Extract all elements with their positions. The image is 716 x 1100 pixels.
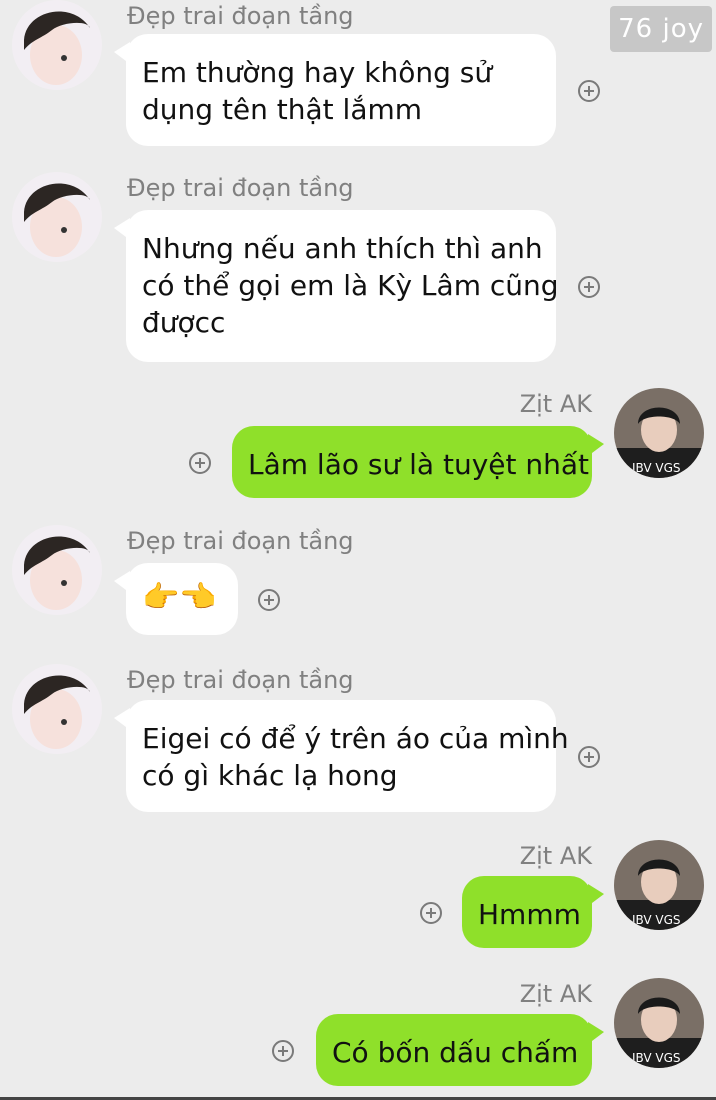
sender-name: Zịt AK bbox=[519, 842, 592, 870]
sender-name: Zịt AK bbox=[519, 390, 592, 418]
svg-text:IBV VGS: IBV VGS bbox=[632, 913, 681, 927]
avatar-left[interactable] bbox=[12, 0, 102, 90]
add-reaction-button[interactable] bbox=[420, 902, 442, 924]
message-line: đượcc bbox=[142, 306, 226, 339]
add-reaction-button[interactable] bbox=[258, 589, 280, 611]
message-line: dụng tên thật lắmm bbox=[142, 93, 423, 126]
sender-name: Đẹp trai đoạn tầng bbox=[127, 666, 354, 694]
message-row: IBV VGS Zịt AK Lâm lão sư là tuyệt nhất bbox=[0, 388, 716, 498]
message-row: Đẹp trai đoạn tầng Eigei có để ý trên áo… bbox=[0, 664, 716, 814]
message-bubble[interactable]: Em thường hay không sử dụng tên thật lắm… bbox=[114, 34, 556, 146]
message-row: Đẹp trai đoạn tầng Nhưng nếu anh thích t… bbox=[0, 172, 716, 362]
add-reaction-button[interactable] bbox=[578, 746, 600, 768]
avatar-left[interactable] bbox=[12, 172, 102, 262]
avatar-left[interactable] bbox=[12, 664, 102, 754]
sender-name: Zịt AK bbox=[519, 980, 592, 1008]
sender-name: Đẹp trai đoạn tầng bbox=[127, 174, 354, 202]
message-line: Nhưng nếu anh thích thì anh bbox=[142, 232, 543, 265]
avatar-left[interactable] bbox=[12, 525, 102, 615]
message-bubble[interactable]: Hmmm bbox=[462, 876, 604, 948]
message-line: Em thường hay không sử bbox=[142, 56, 493, 89]
avatar-right[interactable]: IBV VGS bbox=[614, 388, 704, 478]
svg-text:IBV VGS: IBV VGS bbox=[632, 1051, 681, 1065]
message-line: có gì khác lạ hong bbox=[142, 759, 398, 792]
message-row: Đẹp trai đoạn tầng Em thường hay không s… bbox=[0, 0, 716, 150]
add-reaction-button[interactable] bbox=[189, 452, 211, 474]
message-bubble[interactable]: Eigei có để ý trên áo của mình có gì khá… bbox=[114, 700, 569, 812]
message-line: Có bốn dấu chấm bbox=[332, 1036, 579, 1069]
svg-text:IBV VGS: IBV VGS bbox=[632, 461, 681, 475]
message-line: Eigei có để ý trên áo của mình bbox=[142, 722, 569, 755]
avatar-right[interactable]: IBV VGS bbox=[614, 840, 704, 930]
sender-name: Đẹp trai đoạn tầng bbox=[127, 527, 354, 555]
emoji-message: 👉👈 bbox=[142, 580, 217, 615]
add-reaction-button[interactable] bbox=[578, 80, 600, 102]
message-line: Hmmm bbox=[478, 898, 581, 931]
sender-name: Đẹp trai đoạn tầng bbox=[127, 2, 354, 30]
message-bubble[interactable]: Lâm lão sư là tuyệt nhất bbox=[232, 426, 604, 498]
avatar-right[interactable]: IBV VGS bbox=[614, 978, 704, 1068]
add-reaction-button[interactable] bbox=[272, 1040, 294, 1062]
message-row: Đẹp trai đoạn tầng 👉👈 bbox=[0, 525, 716, 640]
message-row: IBV VGS Zịt AK Có bốn dấu chấm bbox=[0, 978, 716, 1088]
message-bubble[interactable]: Có bốn dấu chấm bbox=[316, 1014, 604, 1086]
message-line: có thể gọi em là Kỳ Lâm cũng bbox=[142, 269, 559, 302]
message-line: Lâm lão sư là tuyệt nhất bbox=[248, 448, 590, 481]
message-bubble[interactable]: Nhưng nếu anh thích thì anh có thể gọi e… bbox=[114, 210, 559, 362]
message-bubble[interactable]: 👉👈 bbox=[114, 563, 238, 635]
add-reaction-button[interactable] bbox=[578, 276, 600, 298]
message-row: IBV VGS Zịt AK Hmmm bbox=[0, 840, 716, 950]
